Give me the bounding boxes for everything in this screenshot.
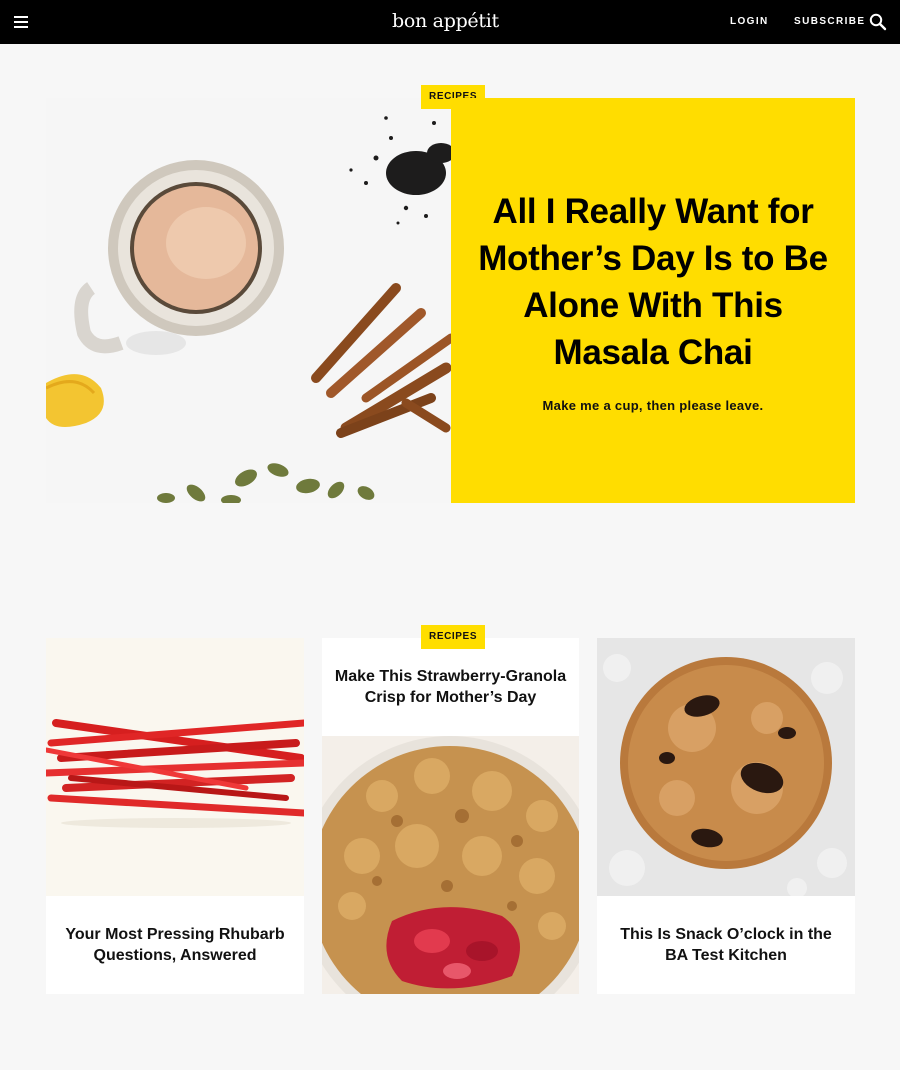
article-card-strawberry-crisp[interactable]: Make This Strawberry-Granola Crisp for M…	[322, 638, 579, 994]
card-title[interactable]: Make This Strawberry-Granola Crisp for M…	[332, 666, 569, 708]
hamburger-menu-icon[interactable]	[12, 13, 30, 31]
site-logo[interactable]: bon appétit	[392, 6, 508, 36]
card-title[interactable]: Your Most Pressing Rhubarb Questions, An…	[56, 924, 294, 966]
article-card-rhubarb[interactable]: Your Most Pressing Rhubarb Questions, An…	[46, 638, 304, 994]
top-nav-bar: bon appétit LOGIN SUBSCRIBE	[0, 0, 900, 44]
hero-headline[interactable]: All I Really Want for Mother’s Day Is to…	[473, 188, 833, 376]
rhubarb-photo[interactable]	[46, 638, 304, 896]
hero-image-masala-chai[interactable]	[46, 98, 451, 503]
search-icon[interactable]	[868, 12, 888, 32]
subscribe-link[interactable]: SUBSCRIBE	[794, 14, 866, 30]
login-link[interactable]: LOGIN	[730, 14, 769, 30]
card-category-tag[interactable]: RECIPES	[421, 625, 486, 649]
article-card-snack-oclock[interactable]: This Is Snack O’clock in the BA Test Kit…	[597, 638, 855, 994]
card-title[interactable]: This Is Snack O’clock in the BA Test Kit…	[607, 924, 845, 966]
hero-dek: Make me a cup, then please leave.	[542, 398, 764, 413]
hero-headline-panel[interactable]: All I Really Want for Mother’s Day Is to…	[451, 98, 855, 503]
strawberry-granola-crisp-photo[interactable]	[322, 736, 579, 994]
chocolate-chip-cookie-photo[interactable]	[597, 638, 855, 896]
